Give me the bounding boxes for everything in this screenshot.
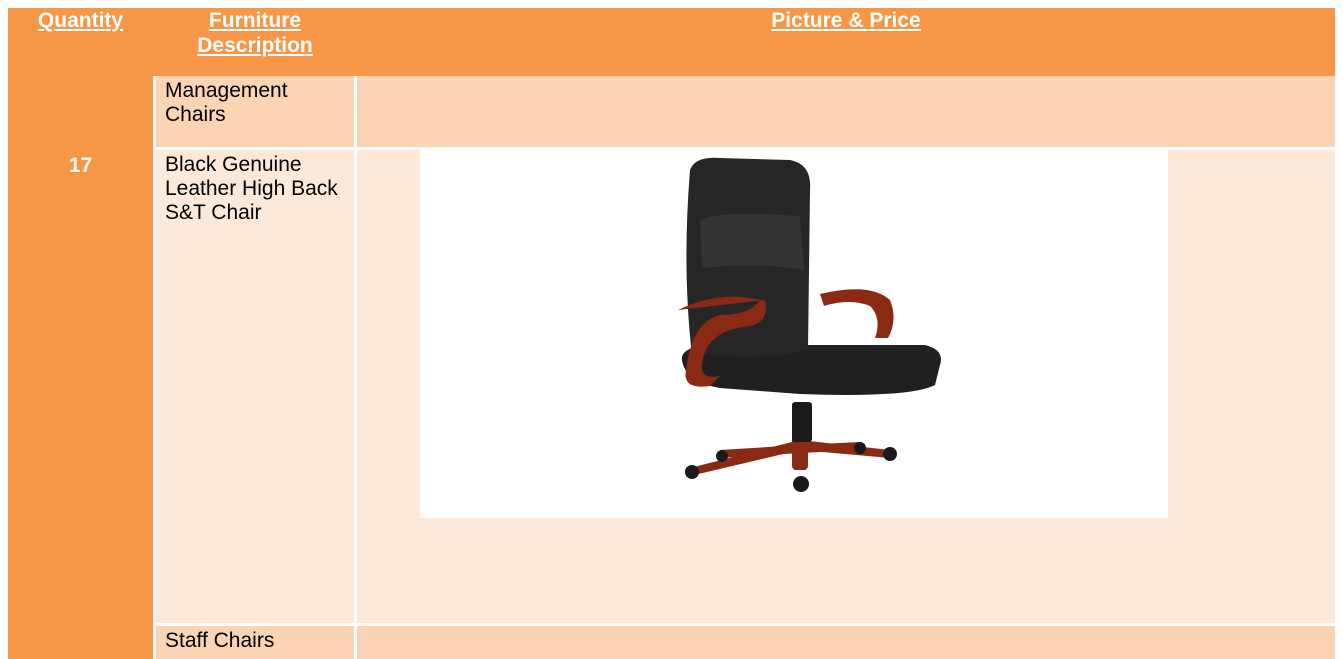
picture-cell [357,626,1335,659]
quantity-value: 17 [68,154,93,177]
furniture-description-header: Furniture Description [197,9,313,57]
picture-cell [357,150,1335,623]
row-divider [156,623,1335,626]
picture-cell [357,76,1335,147]
furniture-quote-table: Quantity Furniture Description Picture &… [0,0,1343,659]
table-row: Black Genuine Leather High Back S&T Chai… [156,150,1335,623]
quantity-header: Quantity [37,9,124,32]
quantity-cell: 17 [8,76,153,659]
table-row: Staff Chairs [156,626,1335,659]
description-cell: Black Genuine Leather High Back S&T Chai… [156,150,354,623]
picture-price-header: Picture & Price [771,9,921,32]
column-divider [354,76,357,659]
table-header: Quantity Furniture Description Picture &… [8,8,1335,76]
description-cell: Staff Chairs [156,626,354,659]
office-chair-image [420,150,1168,518]
column-divider [153,76,156,659]
row-divider [156,147,1335,150]
description-cell: Management Chairs [156,76,354,147]
office-chair-illustration [678,157,941,492]
table-row: Management Chairs [156,76,1335,147]
